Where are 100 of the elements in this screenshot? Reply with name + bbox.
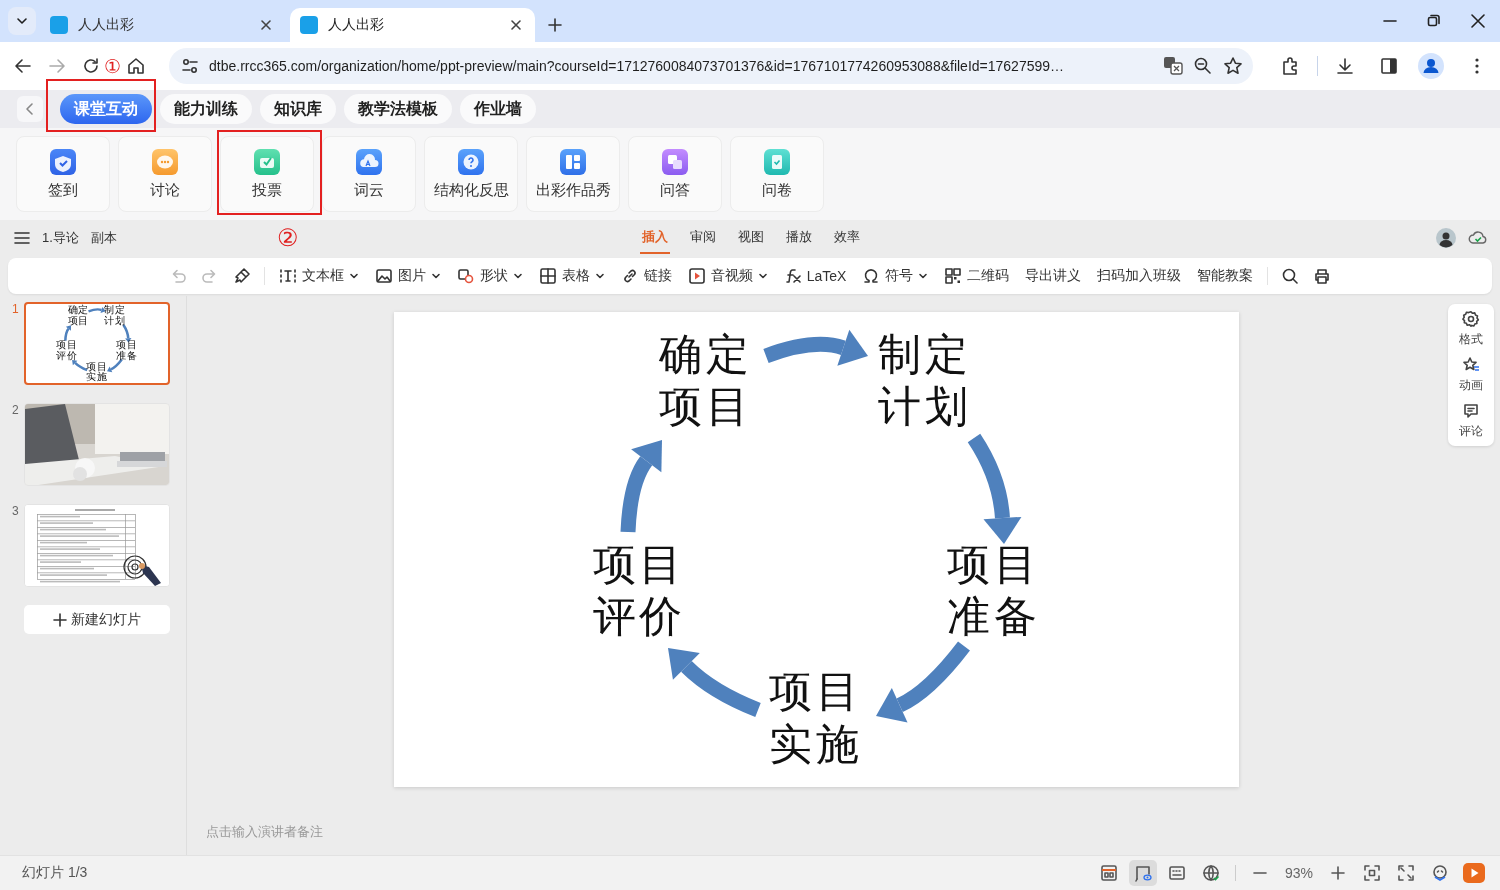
play-icon[interactable]	[1463, 863, 1485, 883]
tool-card[interactable]: 词云	[322, 136, 416, 212]
ballot-icon	[254, 148, 280, 175]
menu-tab[interactable]: 播放	[784, 222, 814, 254]
tool-card[interactable]: 讨论	[118, 136, 212, 212]
site-settings-icon	[181, 57, 199, 75]
plus-icon	[53, 612, 67, 627]
slide-canvas[interactable]: 确定项目 制定计划 项目准备 项目实施 项目评价	[394, 312, 1239, 787]
question-icon	[458, 148, 484, 175]
slide-text: 确定项目	[66, 304, 91, 326]
menu-tab[interactable]: 效率	[832, 222, 862, 254]
chevron-left-icon	[24, 102, 36, 116]
toolbar-button[interactable]: 链接	[615, 263, 677, 289]
close-icon[interactable]	[509, 18, 523, 32]
zoom-out-icon[interactable]	[1193, 56, 1213, 76]
qa-cards-icon	[662, 148, 688, 175]
toolbar-button[interactable]: 二维码	[939, 263, 1015, 289]
assistant-icon[interactable]	[1431, 864, 1449, 882]
side-panel-icon[interactable]	[1379, 56, 1399, 76]
tab-list-button[interactable]	[8, 7, 36, 35]
address-field[interactable]: dtbe.rrcc365.com/organization/home/ppt-preview/main?courseId=1712760084073701376&id=1767101774260953088&fileId=17627599…	[169, 48, 1253, 84]
check-shield-icon	[50, 148, 76, 175]
slide-text: 制定计划	[877, 329, 973, 432]
side-panel-button[interactable]: 格式	[1459, 310, 1483, 348]
side-panel-button[interactable]: 动画	[1459, 356, 1483, 394]
toolbar-button[interactable]: 形状	[451, 263, 528, 289]
document-title: 1.导论	[42, 229, 79, 247]
star-icon[interactable]	[1223, 56, 1243, 76]
toolbar-button[interactable]: 导出讲义	[1020, 263, 1087, 289]
module-tab[interactable]: 作业墙	[460, 94, 536, 124]
module-tab[interactable]: 能力训练	[160, 94, 252, 124]
tool-card[interactable]: 出彩作品秀	[526, 136, 620, 212]
module-tab[interactable]: 知识库	[260, 94, 336, 124]
web-view-icon	[1202, 864, 1220, 882]
document-tag: 副本	[90, 229, 117, 247]
cloud-icon	[356, 148, 382, 175]
toolbar-button[interactable]: 图片	[369, 263, 446, 289]
download-icon[interactable]	[1335, 56, 1355, 76]
avatar-icon[interactable]	[1436, 228, 1456, 248]
toolbar-button[interactable]: 文本框	[273, 263, 364, 289]
normal-view-icon	[1100, 864, 1118, 882]
tool-card[interactable]: 结构化反思	[424, 136, 518, 212]
menu-tab[interactable]: 视图	[736, 222, 766, 254]
browser-tab[interactable]: 人人出彩	[290, 8, 535, 42]
slide-counter: 幻灯片 1/3	[22, 864, 88, 882]
translate-icon[interactable]	[1163, 56, 1183, 76]
settings-icon	[1462, 310, 1480, 328]
reload-icon[interactable]	[81, 56, 101, 76]
annotation-number: ②	[276, 226, 299, 250]
slide-text: 项目准备	[946, 539, 1042, 642]
slide-text: 项目评价	[55, 339, 79, 361]
fit-icon[interactable]	[1363, 864, 1381, 882]
tool-card[interactable]: 签到	[16, 136, 110, 212]
slide-text: 项目评价	[591, 539, 687, 642]
module-tab[interactable]: 课堂互动	[60, 94, 152, 124]
slide-thumbnail[interactable]: 确定项目 制定计划 项目准备 项目实施 项目评价	[24, 302, 170, 385]
zoom-in-icon[interactable]	[1329, 864, 1347, 882]
tool-card[interactable]: 问答	[628, 136, 722, 212]
profile-icon[interactable]	[1418, 53, 1444, 79]
extensions-icon[interactable]	[1280, 56, 1300, 76]
star-icon	[1462, 356, 1480, 374]
site-logo-icon	[50, 16, 68, 34]
text-box-icon	[278, 267, 297, 285]
view-button[interactable]	[1129, 860, 1157, 886]
shapes-icon	[456, 267, 475, 285]
slide-text: 确定项目	[658, 329, 754, 432]
fullscreen-icon[interactable]	[1397, 864, 1415, 882]
toolbar-button[interactable]: 符号	[857, 263, 934, 289]
toolbar-button[interactable]: 扫码加入班级	[1092, 263, 1187, 289]
module-tab[interactable]: 教学法模板	[344, 94, 452, 124]
tool-card[interactable]: 问卷	[730, 136, 824, 212]
toolbar-button[interactable]: 表格	[533, 263, 610, 289]
annotation-number: ①	[104, 56, 121, 76]
back-icon[interactable]	[13, 56, 33, 76]
video-icon	[687, 267, 706, 285]
image-icon	[374, 267, 393, 285]
slide-text: 项目准备	[115, 339, 139, 361]
menu-tab[interactable]: 审阅	[688, 222, 718, 254]
formula-icon	[783, 267, 802, 285]
close-icon[interactable]	[1471, 14, 1485, 28]
clipboard-check-icon	[764, 148, 790, 175]
side-panel-button[interactable]: 评论	[1459, 402, 1483, 440]
comment-icon	[1462, 402, 1480, 420]
home-icon[interactable]	[126, 56, 146, 76]
omega-icon	[862, 267, 881, 285]
qr-code-icon	[944, 267, 963, 285]
slide-number: 3	[11, 504, 20, 520]
toolbar-button[interactable]: 智能教案	[1192, 263, 1259, 289]
slide-number: 2	[11, 403, 20, 419]
new-tab-icon[interactable]	[547, 17, 563, 33]
close-icon[interactable]	[259, 18, 273, 32]
toolbar-button[interactable]: 音视频	[682, 263, 773, 289]
zoom-level: 93%	[1284, 865, 1314, 881]
site-logo-icon	[300, 16, 318, 34]
browser-tab[interactable]: 人人出彩	[40, 8, 285, 42]
toolbar-button[interactable]: LaTeX	[778, 263, 852, 289]
new-slide-button[interactable]: 新建幻灯片	[24, 605, 170, 634]
slide-text: 项目实施	[768, 666, 864, 770]
restore-icon[interactable]	[1427, 14, 1441, 28]
tool-card[interactable]: 投票	[220, 136, 314, 212]
